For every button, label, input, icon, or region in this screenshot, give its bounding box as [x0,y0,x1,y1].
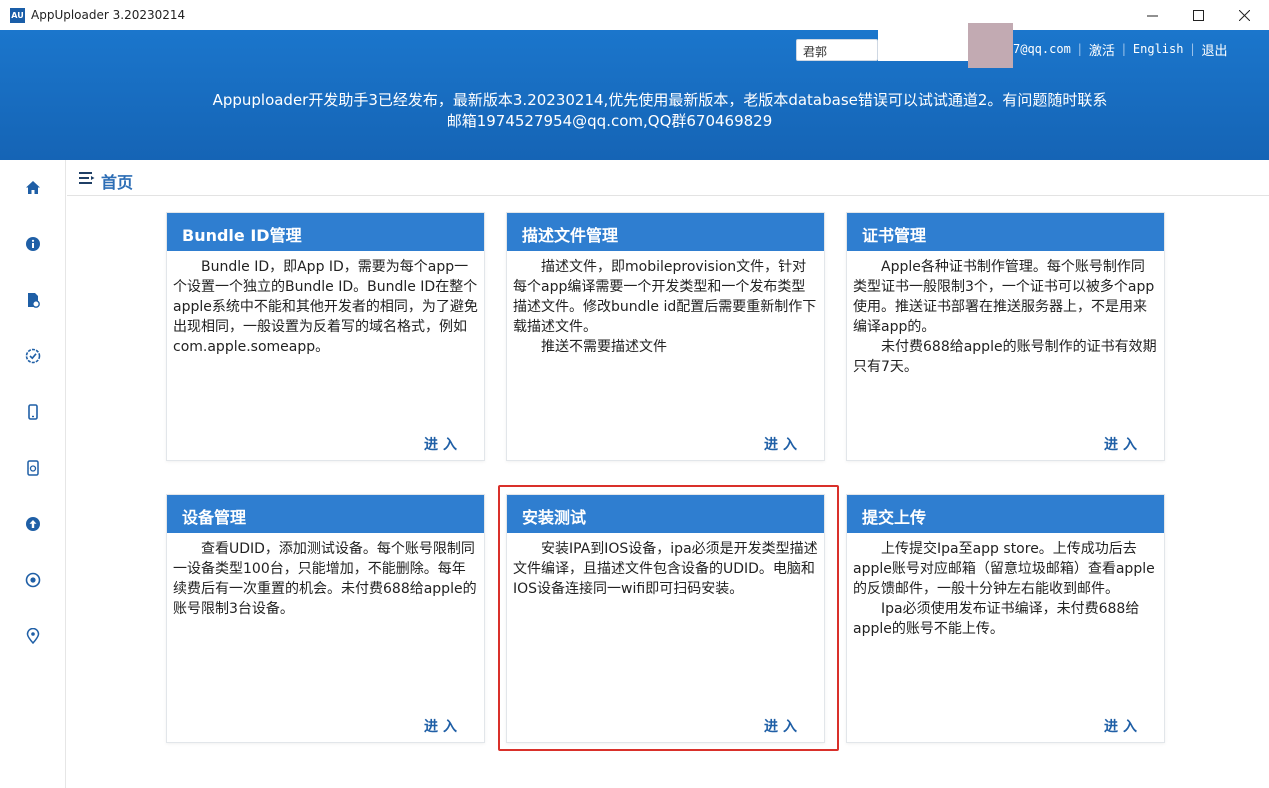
app-logo-icon: AU [10,7,25,23]
sidebar-info-button[interactable] [24,235,42,253]
account-search-input[interactable]: 君郭 [796,39,878,61]
card-description: 描述文件，即mobileprovision文件，针对每个app编译需要一个开发类… [507,251,824,357]
card-device: 设备管理 查看UDID，添加测试设备。每个账号限制同一设备类型100台，只能增加… [166,494,485,743]
card-title: 描述文件管理 [507,213,824,251]
sidebar-install-button[interactable] [24,459,42,477]
enter-install-link[interactable]: 进入 [764,716,802,736]
card-paragraph: Bundle ID，即App ID，需要为每个app一个设置一个独立的Bundl… [173,259,478,355]
card-paragraph: 上传提交Ipa至app store。上传成功后去apple账号对应邮箱（留意垃圾… [853,541,1155,597]
separator: | [1121,42,1126,56]
sidebar-device-button[interactable] [24,403,42,421]
maximize-button[interactable] [1175,0,1221,30]
card-description: 上传提交Ipa至app store。上传成功后去apple账号对应邮箱（留意垃圾… [847,533,1164,639]
page-title: 首页 [101,173,134,192]
close-icon [1238,9,1250,21]
enter-provision-link[interactable]: 进入 [764,434,802,454]
user-links: 7@qq.com | 激活 | English | 退出 [1013,40,1228,59]
sidebar-location-button[interactable] [24,627,42,645]
card-paragraph: 安装IPA到IOS设备，ipa必须是开发类型描述文件编译，且描述文件包含设备的U… [513,541,818,597]
sidebar-review-button[interactable] [24,571,42,589]
card-provision-profile: 描述文件管理 描述文件，即mobileprovision文件，针对每个app编译… [506,212,825,461]
home-icon [26,181,40,194]
notice-line-1: Appuploader开发助手3已经发布，最新版本3.20230214,优先使用… [212,91,1108,109]
title-bar: AU AppUploader 3.20230214 [0,0,1269,30]
card-title: 提交上传 [847,495,1164,533]
upload-icon [26,517,40,531]
eye-refresh-icon [25,572,41,588]
card-description: 查看UDID，添加测试设备。每个账号限制同一设备类型100台，只能增加，不能删除… [167,533,484,619]
card-submit-upload: 提交上传 上传提交Ipa至app store。上传成功后去apple账号对应邮箱… [846,494,1165,743]
close-button[interactable] [1221,0,1267,30]
sidebar-home-button[interactable] [24,179,42,197]
maximize-icon [1192,9,1204,21]
card-description: 安装IPA到IOS设备，ipa必须是开发类型描述文件编译，且描述文件包含设备的U… [507,533,824,599]
window-title: AppUploader 3.20230214 [31,8,186,22]
card-description: Bundle ID，即App ID，需要为每个app一个设置一个独立的Bundl… [167,251,484,357]
redaction-mask-pink [968,23,1013,68]
enter-bundle-id-link[interactable]: 进入 [424,434,462,454]
sidebar-profile-file-button[interactable] [24,291,42,309]
check-badge-icon [25,348,41,364]
separator: | [1190,42,1195,56]
menu-toggle-icon[interactable] [79,171,95,185]
notice-line-2: 邮箱1974527954@qq.com,QQ群670469829 [446,112,773,130]
enter-upload-link[interactable]: 进入 [1104,716,1142,736]
phone-icon [28,404,38,420]
user-email: 7@qq.com [1013,42,1071,56]
card-paragraph: 未付费688给apple的账号制作的证书有效期只有7天。 [853,339,1157,375]
enter-device-link[interactable]: 进入 [424,716,462,736]
card-description: Apple各种证书制作管理。每个账号制作同类型证书一般限制3个，一个证书可以被多… [847,251,1164,377]
card-title: 证书管理 [847,213,1164,251]
card-install-test: 安装测试 安装IPA到IOS设备，ipa必须是开发类型描述文件编译，且描述文件包… [506,494,825,743]
header-banner: 君郭 7@qq.com | 激活 | English | 退出 Appuploa… [0,23,1269,160]
card-paragraph: Ipa必须使用发布证书编译，未付费688给apple的账号不能上传。 [853,601,1140,637]
card-title: Bundle ID管理 [167,213,484,251]
notice-text: Appuploader开发助手3已经发布，最新版本3.20230214,优先使用… [0,90,1269,132]
breadcrumb: 首页 [67,160,1269,196]
info-icon [26,237,40,251]
card-paragraph: 描述文件，即mobileprovision文件，针对每个app编译需要一个开发类… [513,259,817,335]
card-paragraph: 查看UDID，添加测试设备。每个账号限制同一设备类型100台，只能增加，不能删除… [173,541,477,617]
minimize-button[interactable] [1129,0,1175,30]
location-icon [26,628,40,644]
sidebar [0,160,66,788]
file-icon [28,293,40,308]
card-paragraph: Apple各种证书制作管理。每个账号制作同类型证书一般限制3个，一个证书可以被多… [853,259,1155,335]
redaction-mask [878,23,968,61]
card-title: 安装测试 [507,495,824,533]
logout-link[interactable]: 退出 [1202,40,1228,59]
card-title: 设备管理 [167,495,484,533]
separator: | [1077,42,1082,56]
minimize-icon [1146,15,1158,16]
sidebar-certificate-button[interactable] [24,347,42,365]
activate-link[interactable]: 激活 [1089,40,1115,59]
app-window: AU AppUploader 3.20230214 君郭 7@qq.com | … [0,0,1269,788]
sidebar-upload-button[interactable] [24,515,42,533]
enter-certificate-link[interactable]: 进入 [1104,434,1142,454]
doc-refresh-icon [27,460,39,476]
english-link[interactable]: English [1133,42,1184,56]
card-certificate: 证书管理 Apple各种证书制作管理。每个账号制作同类型证书一般限制3个，一个证… [846,212,1165,461]
card-paragraph: 推送不需要描述文件 [541,339,667,355]
card-bundle-id: Bundle ID管理 Bundle ID，即App ID，需要为每个app一个… [166,212,485,461]
